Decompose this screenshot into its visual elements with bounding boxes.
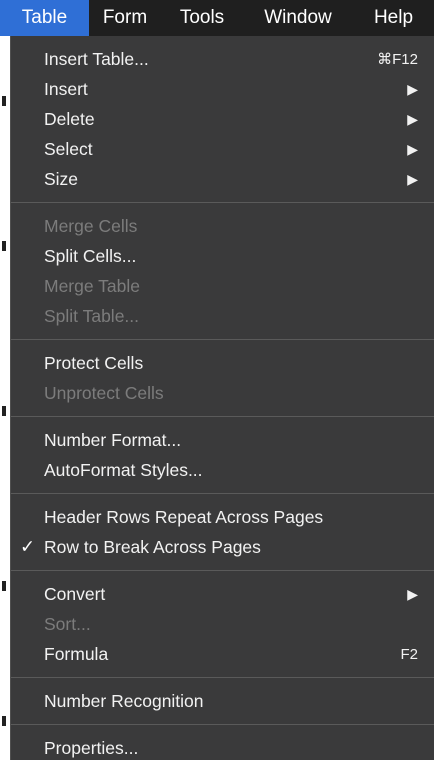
menu-item-delete[interactable]: Delete ▶	[11, 104, 434, 134]
menu-item-label: Insert Table...	[44, 48, 149, 69]
menu-item-autoformat-styles[interactable]: AutoFormat Styles...	[11, 455, 434, 485]
menu-item-split-cells[interactable]: Split Cells...	[11, 241, 434, 271]
menu-item-select[interactable]: Select ▶	[11, 134, 434, 164]
document-mark	[2, 716, 6, 726]
menu-item-label: Split Cells...	[44, 245, 137, 266]
menu-item-label: Header Rows Repeat Across Pages	[44, 506, 324, 527]
menu-item-protect-cells[interactable]: Protect Cells	[11, 348, 434, 378]
submenu-arrow-icon: ▶	[407, 140, 418, 157]
menu-item-unprotect-cells: Unprotect Cells	[11, 378, 434, 408]
menu-item-insert[interactable]: Insert ▶	[11, 74, 434, 104]
menu-item-row-to-break[interactable]: ✓ Row to Break Across Pages	[11, 532, 434, 562]
menu-item-label: Select	[44, 138, 93, 159]
menu-item-label: Sort...	[44, 613, 91, 634]
menu-item-label: Protect Cells	[44, 352, 144, 373]
menu-item-insert-table[interactable]: Insert Table... ⌘F12	[11, 44, 434, 74]
menu-item-label: Number Recognition	[44, 690, 204, 711]
menu-item-label: Properties...	[44, 737, 139, 758]
document-mark	[2, 241, 6, 251]
menu-item-label: Formula	[44, 643, 109, 664]
menu-item-label: AutoFormat Styles...	[44, 459, 203, 480]
screen: Table Form Tools Window Help Insert Tabl…	[0, 0, 434, 760]
menu-item-label: Insert	[44, 78, 88, 99]
menu-item-convert[interactable]: Convert ▶	[11, 579, 434, 609]
menu-item-label: Split Table...	[44, 305, 140, 326]
submenu-arrow-icon: ▶	[407, 585, 418, 602]
menubar-form[interactable]: Form	[89, 0, 161, 36]
menu-item-merge-cells: Merge Cells	[11, 211, 434, 241]
menu-item-label: Unprotect Cells	[44, 382, 164, 403]
menu-item-merge-table: Merge Table	[11, 271, 434, 301]
menu-bar: Table Form Tools Window Help	[0, 0, 434, 36]
document-mark	[2, 96, 6, 106]
menubar-window[interactable]: Window	[243, 0, 353, 36]
menu-item-label: Merge Table	[44, 275, 140, 296]
menu-item-size[interactable]: Size ▶	[11, 164, 434, 194]
keyboard-shortcut: F2	[400, 645, 418, 663]
submenu-arrow-icon: ▶	[407, 80, 418, 97]
checkmark-icon: ✓	[20, 536, 36, 557]
submenu-arrow-icon: ▶	[407, 170, 418, 187]
menu-item-label: Merge Cells	[44, 215, 138, 236]
menu-item-split-table: Split Table...	[11, 301, 434, 331]
menu-item-label: Size	[44, 168, 79, 189]
menu-item-header-rows-repeat[interactable]: Header Rows Repeat Across Pages	[11, 502, 434, 532]
menu-item-formula[interactable]: Formula F2	[11, 639, 434, 669]
document-mark	[2, 406, 6, 416]
menu-item-label: Delete	[44, 108, 95, 129]
menubar-help[interactable]: Help	[353, 0, 434, 36]
menu-item-properties[interactable]: Properties...	[11, 733, 434, 760]
menubar-table[interactable]: Table	[0, 0, 89, 36]
submenu-arrow-icon: ▶	[407, 110, 418, 127]
menu-item-label: Number Format...	[44, 429, 182, 450]
menubar-tools[interactable]: Tools	[161, 0, 243, 36]
menu-item-sort: Sort...	[11, 609, 434, 639]
menu-item-label: Convert	[44, 583, 106, 604]
menu-item-number-format[interactable]: Number Format...	[11, 425, 434, 455]
keyboard-shortcut: ⌘F12	[377, 51, 418, 68]
table-menu-dropdown: Insert Table... ⌘F12 Insert ▶ Delete ▶ S…	[10, 36, 434, 760]
background-document-edge	[0, 36, 10, 760]
menu-item-label: Row to Break Across Pages	[44, 536, 261, 557]
document-mark	[2, 581, 6, 591]
menu-item-number-recognition[interactable]: Number Recognition	[11, 686, 434, 716]
